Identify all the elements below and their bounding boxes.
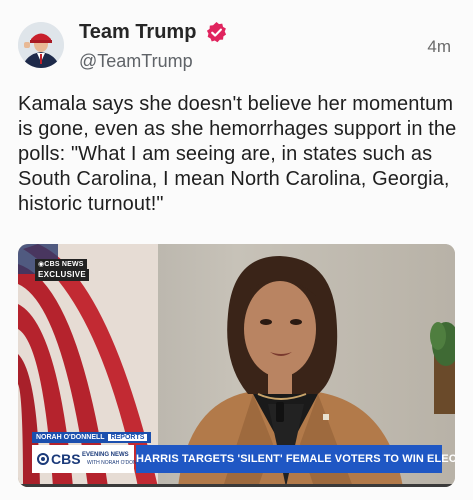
video-bottom-edge	[18, 484, 455, 487]
post-card[interactable]: Team Trump @TeamTrump 4m Kamala says she…	[0, 0, 473, 500]
news-headline: HARRIS TARGETS 'SILENT' FEMALE VOTERS TO…	[136, 445, 455, 473]
post-text: Kamala says she doesn't believe her mome…	[18, 93, 457, 215]
reporter-name: NORAH O'DONNELL	[36, 434, 105, 441]
post-video[interactable]: ◉CBS NEWS EXCLUSIVE NORAH O'DONNELL REPOR…	[18, 244, 455, 487]
cbs-evening-news-logo: CBS EVENING NEWS WITH NORAH O'DONNELL	[32, 445, 149, 473]
author-display-name[interactable]: Team Trump	[79, 20, 196, 44]
author-avatar[interactable]	[18, 22, 64, 68]
reports-label: REPORTS	[107, 434, 148, 441]
exclusive-label: EXCLUSIVE	[35, 269, 90, 281]
post-timestamp: 4m	[427, 37, 451, 56]
verified-badge-icon	[206, 21, 227, 43]
reporter-tag: NORAH O'DONNELL REPORTS	[32, 432, 152, 443]
logo-cbs-text: CBS	[51, 451, 81, 467]
author-handle[interactable]: @TeamTrump	[79, 50, 193, 72]
cbs-eye-icon	[37, 453, 49, 465]
logo-evening-news-text: EVENING NEWS	[82, 452, 129, 458]
news-lower-third: NORAH O'DONNELL REPORTS CBS EVENING NEWS …	[32, 432, 455, 476]
